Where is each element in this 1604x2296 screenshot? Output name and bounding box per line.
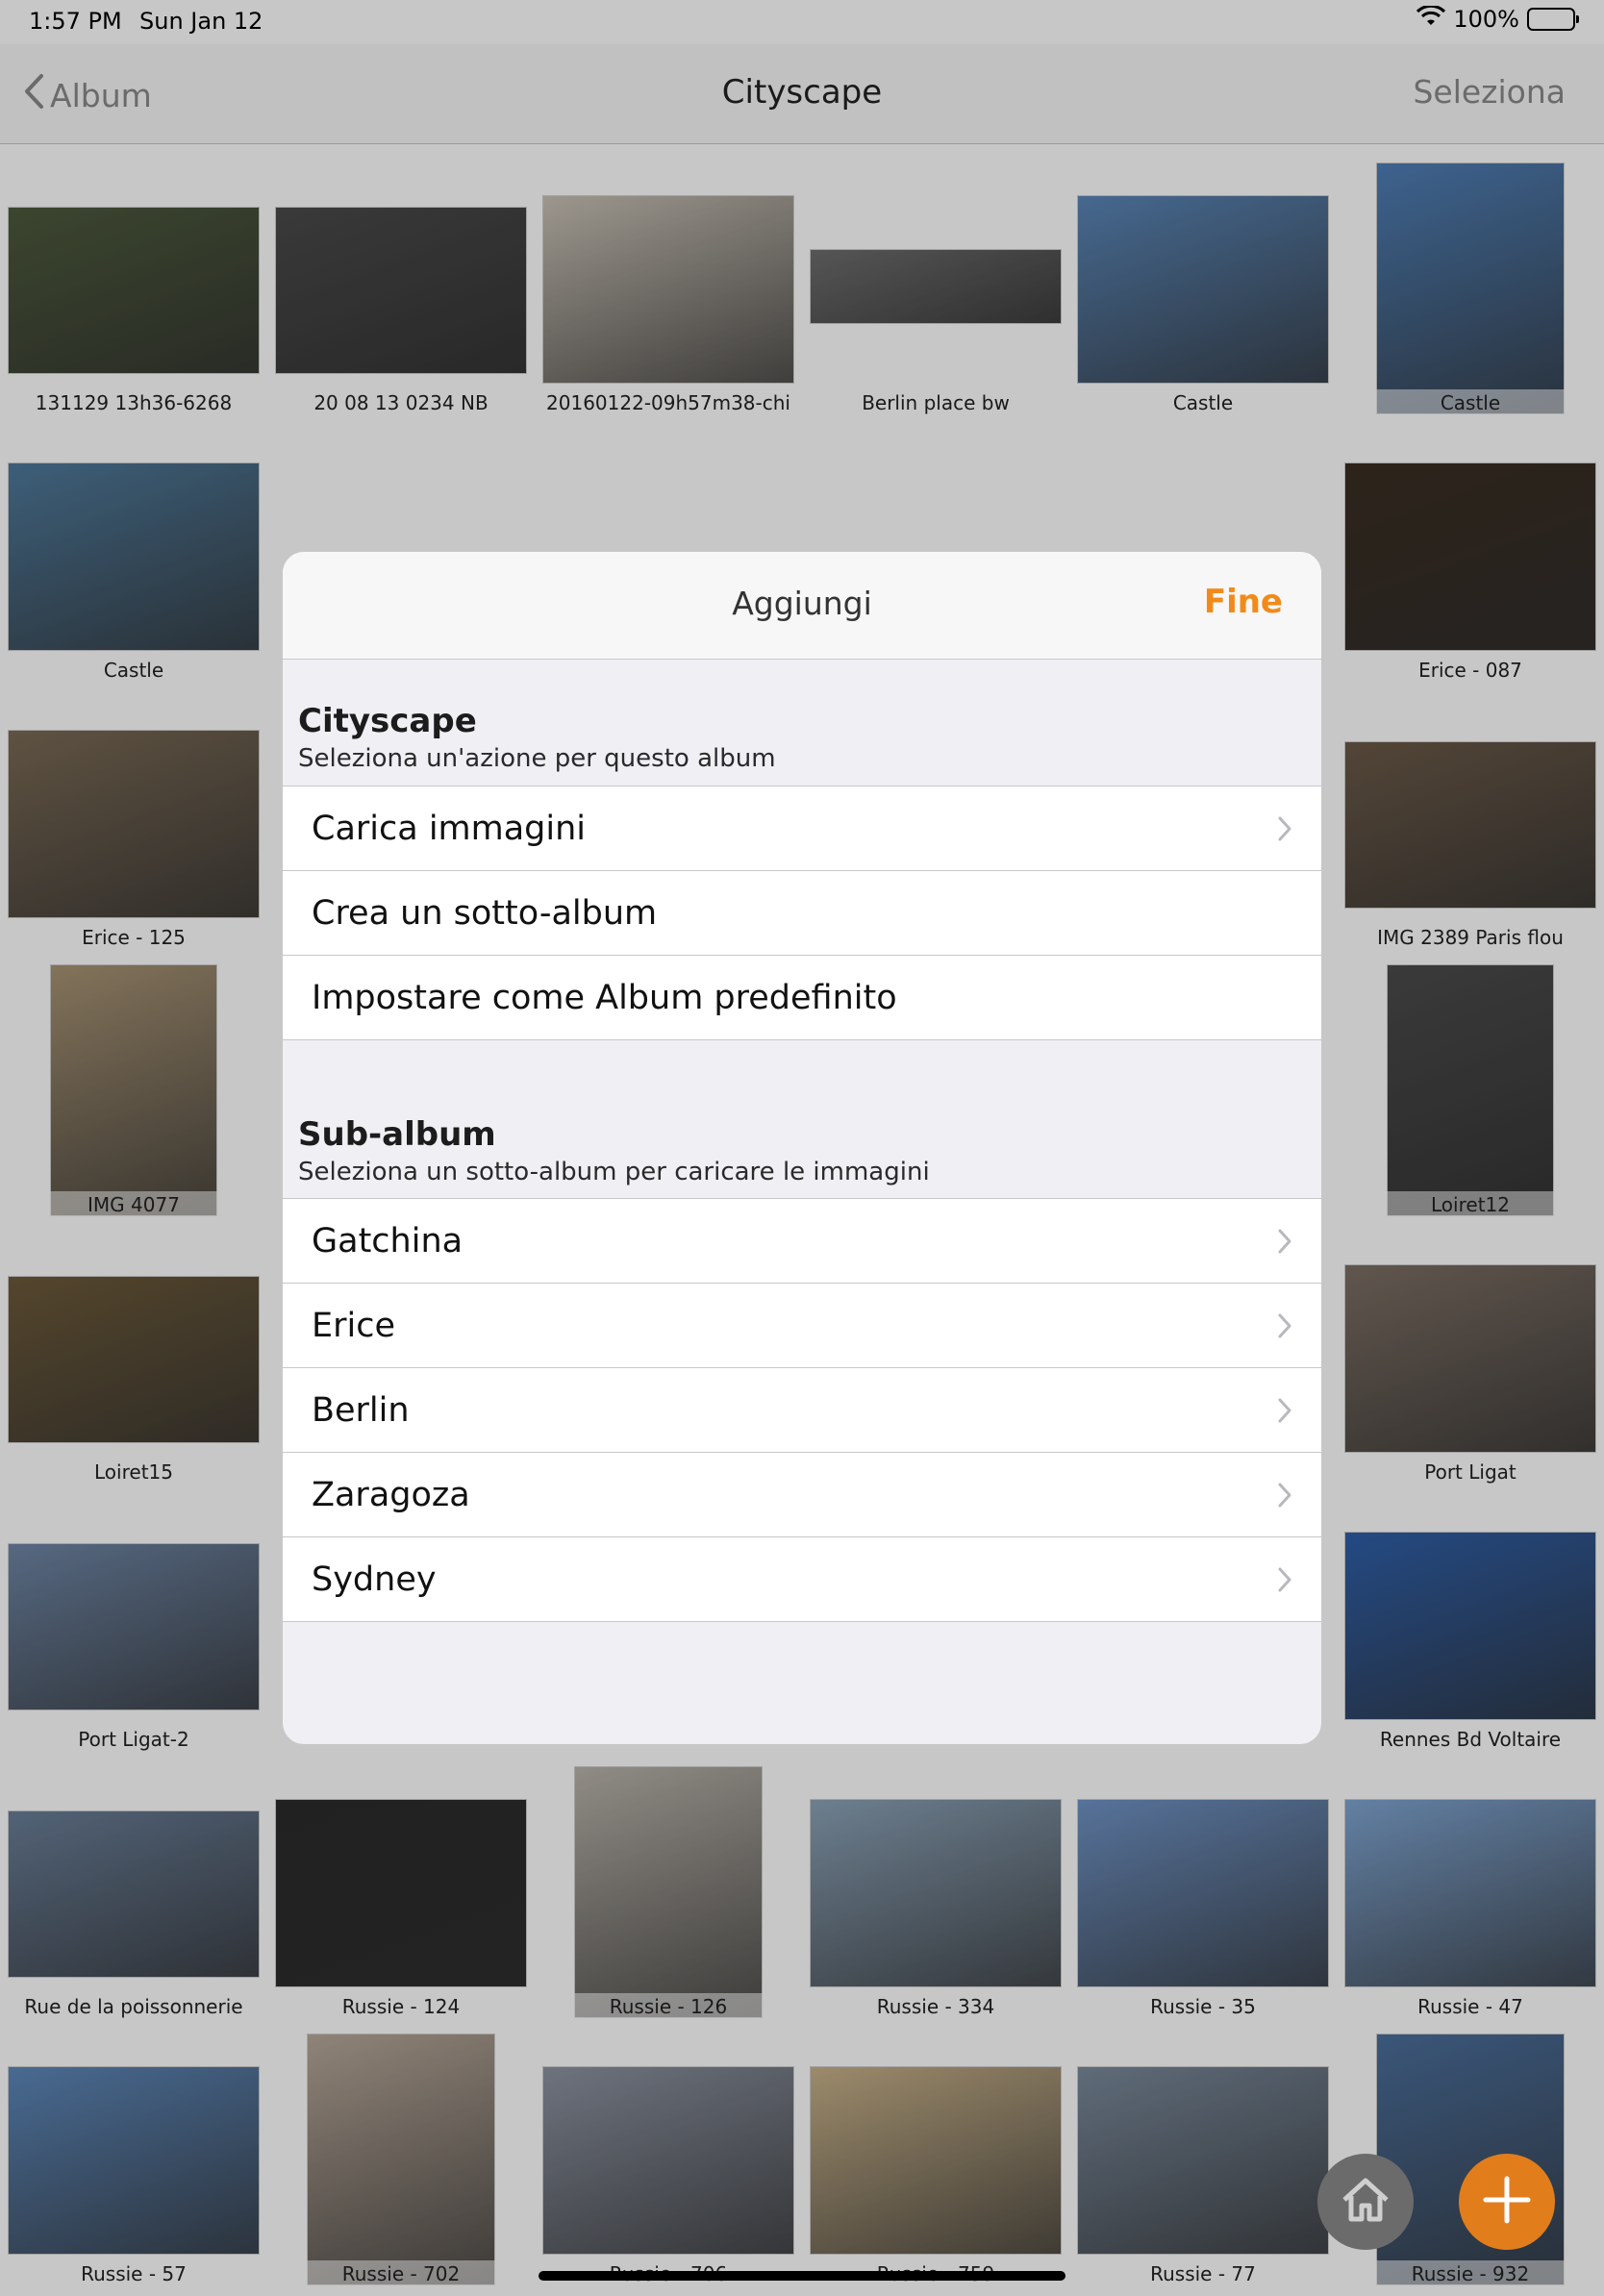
chevron-right-icon — [1277, 1397, 1292, 1424]
menu-row[interactable]: Sydney — [283, 1537, 1321, 1622]
add-button[interactable] — [1459, 2154, 1555, 2250]
chevron-right-icon — [1277, 1482, 1292, 1509]
home-indicator[interactable] — [539, 2271, 1065, 2281]
menu-row-label: Erice — [312, 1307, 396, 1345]
menu-row[interactable]: Zaragoza — [283, 1453, 1321, 1537]
section-title-subalbum: Sub-album — [298, 1115, 496, 1154]
chevron-right-icon — [1277, 1228, 1292, 1255]
menu-row-label: Berlin — [312, 1391, 410, 1430]
home-button[interactable] — [1317, 2154, 1414, 2250]
menu-row-label: Crea un sotto-album — [312, 894, 658, 933]
chevron-right-icon — [1277, 815, 1292, 842]
menu-row[interactable]: Gatchina — [283, 1199, 1321, 1284]
sheet-header: Aggiungi Fine — [283, 552, 1321, 660]
menu-row[interactable]: Impostare come Album predefinito — [283, 956, 1321, 1040]
menu-row-label: Zaragoza — [312, 1476, 470, 1514]
add-sheet: Aggiungi Fine Cityscape Seleziona un'azi… — [283, 552, 1321, 1744]
subalbum-list: Gatchina Erice Berlin Zaragoza Sydney — [283, 1198, 1321, 1622]
menu-row-label: Impostare come Album predefinito — [312, 979, 897, 1017]
chevron-right-icon — [1277, 1312, 1292, 1339]
sheet-title: Aggiungi — [732, 585, 872, 622]
menu-row[interactable]: Berlin — [283, 1368, 1321, 1453]
menu-row[interactable]: Crea un sotto-album — [283, 871, 1321, 956]
plus-icon — [1480, 2173, 1534, 2231]
section-subtitle-subalbum: Seleziona un sotto-album per caricare le… — [298, 1158, 930, 1186]
menu-row-label: Sydney — [312, 1560, 437, 1599]
done-button[interactable]: Fine — [1204, 583, 1283, 621]
menu-row[interactable]: Carica immagini — [283, 786, 1321, 871]
menu-row[interactable]: Erice — [283, 1284, 1321, 1368]
chevron-right-icon — [1277, 1566, 1292, 1593]
section-title-album: Cityscape — [298, 702, 477, 740]
section-subtitle-album: Seleziona un'azione per questo album — [298, 744, 776, 773]
album-actions-list: Carica immagini Crea un sotto-album Impost… — [283, 786, 1321, 1040]
menu-row-label: Carica immagini — [312, 810, 587, 848]
home-icon — [1339, 2175, 1392, 2229]
menu-row-label: Gatchina — [312, 1222, 464, 1260]
